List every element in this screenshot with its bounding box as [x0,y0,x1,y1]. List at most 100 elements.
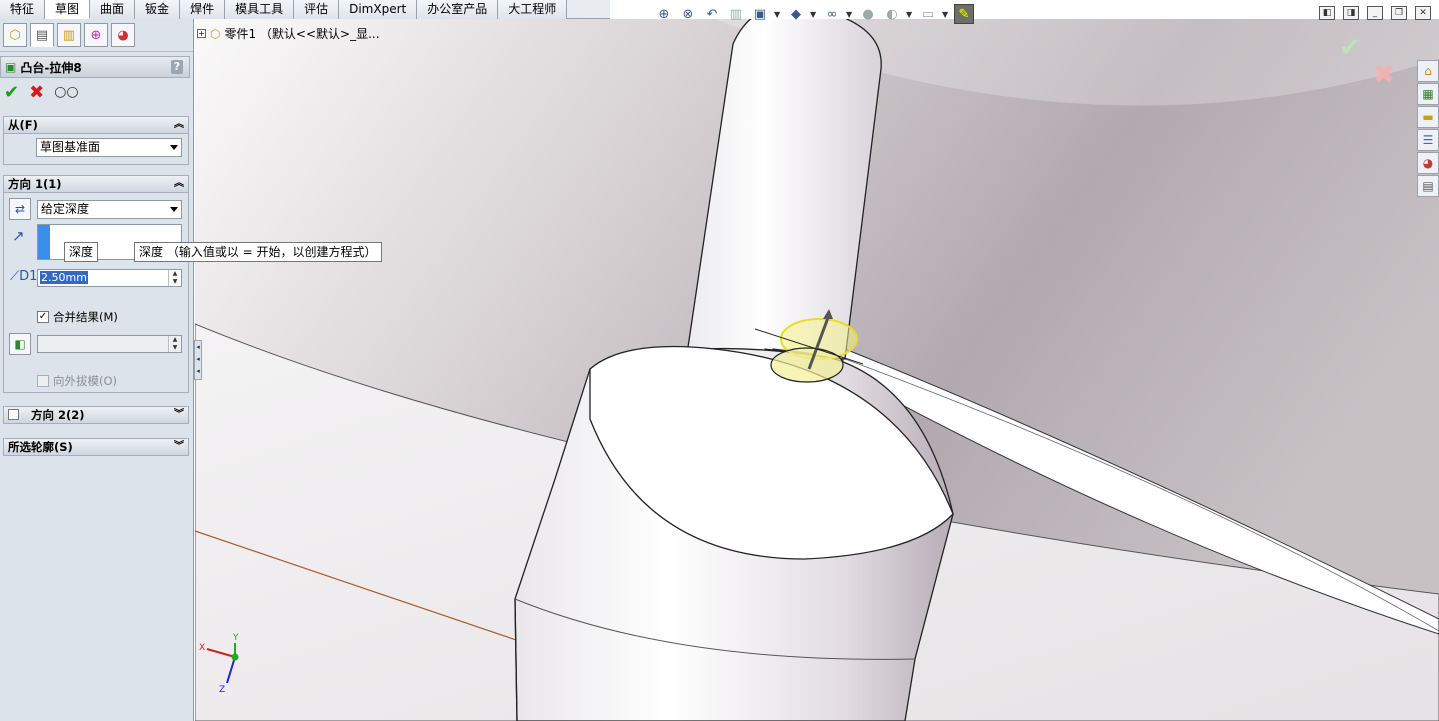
expand-down-icon[interactable]: ︾ [174,439,184,455]
draft-angle-input[interactable]: ▲ ▼ [37,335,182,353]
chevron-down-icon[interactable]: ▼ [774,10,782,19]
pm-actions: ✔ ✖ ○○ [4,82,79,103]
tab-mold-tools[interactable]: 模具工具 [225,0,295,19]
edit-appearance-icon[interactable]: ● [858,4,878,24]
triad-y-label: Y [233,633,239,643]
panel-collapse-handle[interactable]: ◂ ◂ ◂ [194,340,202,380]
detailed-preview-icon[interactable]: ○○ [54,84,78,100]
expand-icon[interactable]: + [197,29,206,38]
tab-surfaces[interactable]: 曲面 [90,0,136,19]
collapse-left-icon[interactable]: ◧ [1319,6,1335,20]
depth-tooltip-long: 深度 （输入值或以 = 开始，以创建方程式） [134,242,382,262]
custom-properties-icon[interactable]: ▤ [1417,175,1439,197]
zoom-to-fit-icon[interactable]: ⊕ [654,4,674,24]
expand-down-icon[interactable]: ︾ [174,407,184,423]
tab-office-products[interactable]: 办公室产品 [417,0,499,19]
previous-view-icon[interactable]: ↶ [702,4,722,24]
end-condition-select[interactable]: 给定深度 [37,200,182,219]
dimxpert-manager-tab-icon[interactable]: ⊕ [84,23,108,47]
tab-features[interactable]: 特征 [0,0,46,19]
collapse-up-icon[interactable]: ︽ [174,117,184,133]
draft-outward-label: 向外拔模(O) [53,374,118,388]
chevron-down-icon[interactable]: ▼ [942,10,950,19]
pm-header: ▣ 凸台-拉伸8 ? [0,56,190,78]
zoom-to-area-icon[interactable]: ⊗ [678,4,698,24]
graphics-area[interactable]: X Y Z [195,19,1439,721]
triad-z-label: Z [219,685,226,695]
collapse-up-icon[interactable]: ︽ [174,176,184,192]
view-palette-icon[interactable]: ☰ [1417,129,1439,151]
confirm-ok-icon[interactable]: ✔ [1339,33,1361,63]
direction2-label: 方向 2(2) [31,408,85,422]
from-group-header[interactable]: 从(F) ︽ [3,116,189,134]
task-pane: ⌂ ▦ ▬ ☰ ◕ ▤ [1417,60,1439,198]
tab-sheet-metal[interactable]: 钣金 [135,0,181,19]
hide-show-items-icon[interactable]: ∞ [822,4,842,24]
draft-outward-checkbox[interactable]: 向外拔模(O) [37,373,117,389]
display-manager-tab-icon[interactable]: ◕ [111,23,135,47]
command-manager-tabs: 特征 草图 曲面 钣金 焊件 模具工具 评估 DimXpert 办公室产品 大工… [0,0,610,19]
configuration-manager-tab-icon[interactable]: ▥ [57,23,81,47]
from-select[interactable]: 草图基准面 [36,138,182,157]
close-icon[interactable]: ✕ [1415,6,1431,20]
depth-input[interactable]: 2.50mm ▲ ▼ [37,269,182,287]
selected-contours-label: 所选轮廓(S) [8,440,73,454]
section-view-icon[interactable]: ▥ [726,4,746,24]
depth-tooltip-short: 深度 [64,242,99,262]
design-library-icon[interactable]: ▦ [1417,83,1439,105]
restore-icon[interactable]: ❐ [1391,6,1407,20]
draft-spinner[interactable]: ▲ ▼ [168,336,181,352]
extrude-feature-icon: ▣ [5,60,17,74]
depth-spinner[interactable]: ▲ ▼ [168,270,181,286]
file-explorer-icon[interactable]: ▬ [1417,106,1439,128]
tab-evaluate[interactable]: 评估 [294,0,340,19]
flyout-feature-tree[interactable]: + ⬡ 零件1 （默认<<默认>_显... [197,25,380,42]
display-style-icon[interactable]: ◆ [786,4,806,24]
apply-scene-icon[interactable]: ◐ [882,4,902,24]
from-group-label: 从(F) [8,118,38,132]
selected-contours-group-header[interactable]: 所选轮廓(S) ︾ [3,438,189,456]
home-icon[interactable]: ⌂ [1417,60,1439,82]
help-button[interactable]: ? [171,60,183,74]
model-view[interactable] [195,19,1439,721]
direction2-checkbox[interactable] [8,409,19,420]
cancel-button[interactable]: ✖ [29,82,44,103]
draft-toggle-icon[interactable]: ◧ [9,333,31,355]
pm-title: 凸台-拉伸8 [20,60,82,75]
merge-result-checkbox[interactable]: ✓ 合并结果(M) [37,309,118,325]
tab-sketch[interactable]: 草图 [45,0,91,19]
direction-arrow-icon: ↗ [12,227,25,245]
appearances-icon[interactable]: ◕ [1417,152,1439,174]
feature-tree-tab-icon[interactable]: ⬡ [3,23,27,47]
chevron-down-icon[interactable]: ▼ [810,10,818,19]
tab-dimxpert[interactable]: DimXpert [339,0,418,19]
tab-engineer[interactable]: 大工程师 [498,0,568,19]
reverse-direction-icon[interactable]: ⇄ [9,198,31,220]
from-group: 草图基准面 [3,134,189,165]
confirm-cancel-icon[interactable]: ✖ [1373,60,1395,90]
direction2-group-header[interactable]: 方向 2(2) ︾ [3,406,189,424]
chevron-down-icon[interactable]: ▼ [846,10,854,19]
part-name[interactable]: 零件1 （默认<<默认>_显... [224,25,379,42]
property-manager-panel: ⬡ ▤ ▥ ⊕ ◕ ▣ 凸台-拉伸8 ? ✔ ✖ ○○ 从(F) ︽ 草图基准面… [0,19,194,721]
tab-weldments[interactable]: 焊件 [180,0,226,19]
merge-result-label: 合并结果(M) [53,310,118,324]
view-triad: X Y Z [197,633,247,697]
direction1-group-header[interactable]: 方向 1(1) ︽ [3,175,189,193]
minimize-icon[interactable]: _ [1367,6,1383,20]
window-controls: ◧ ◨ _ ❐ ✕ [1319,6,1431,20]
view-orientation-icon[interactable]: ▣ [750,4,770,24]
direction1-label: 方向 1(1) [8,177,62,191]
part-icon: ⬡ [210,26,221,41]
collapse-right-icon[interactable]: ◨ [1343,6,1359,20]
ok-button[interactable]: ✔ [4,82,19,103]
sketch-relations-icon[interactable]: ✎ [954,4,974,24]
chevron-down-icon[interactable]: ▼ [906,10,914,19]
triad-x-label: X [199,643,206,653]
depth-dimension-icon: ⟋D1 [10,269,38,284]
heads-up-view-toolbar: ⊕ ⊗ ↶ ▥ ▣ ▼ ◆ ▼ ∞ ▼ ● ◐ ▼ ▭ ▼ ✎ [654,3,974,25]
property-manager-tab-icon[interactable]: ▤ [30,23,54,47]
feature-manager-tabs: ⬡ ▤ ▥ ⊕ ◕ [0,19,193,52]
direction1-group: ⇄ 给定深度 ↗ ⟋D1 2.50mm ▲ ▼ ✓ 合并结果(M) ◧ ▲ ▼ 向外… [3,193,189,393]
view-settings-icon[interactable]: ▭ [918,4,938,24]
